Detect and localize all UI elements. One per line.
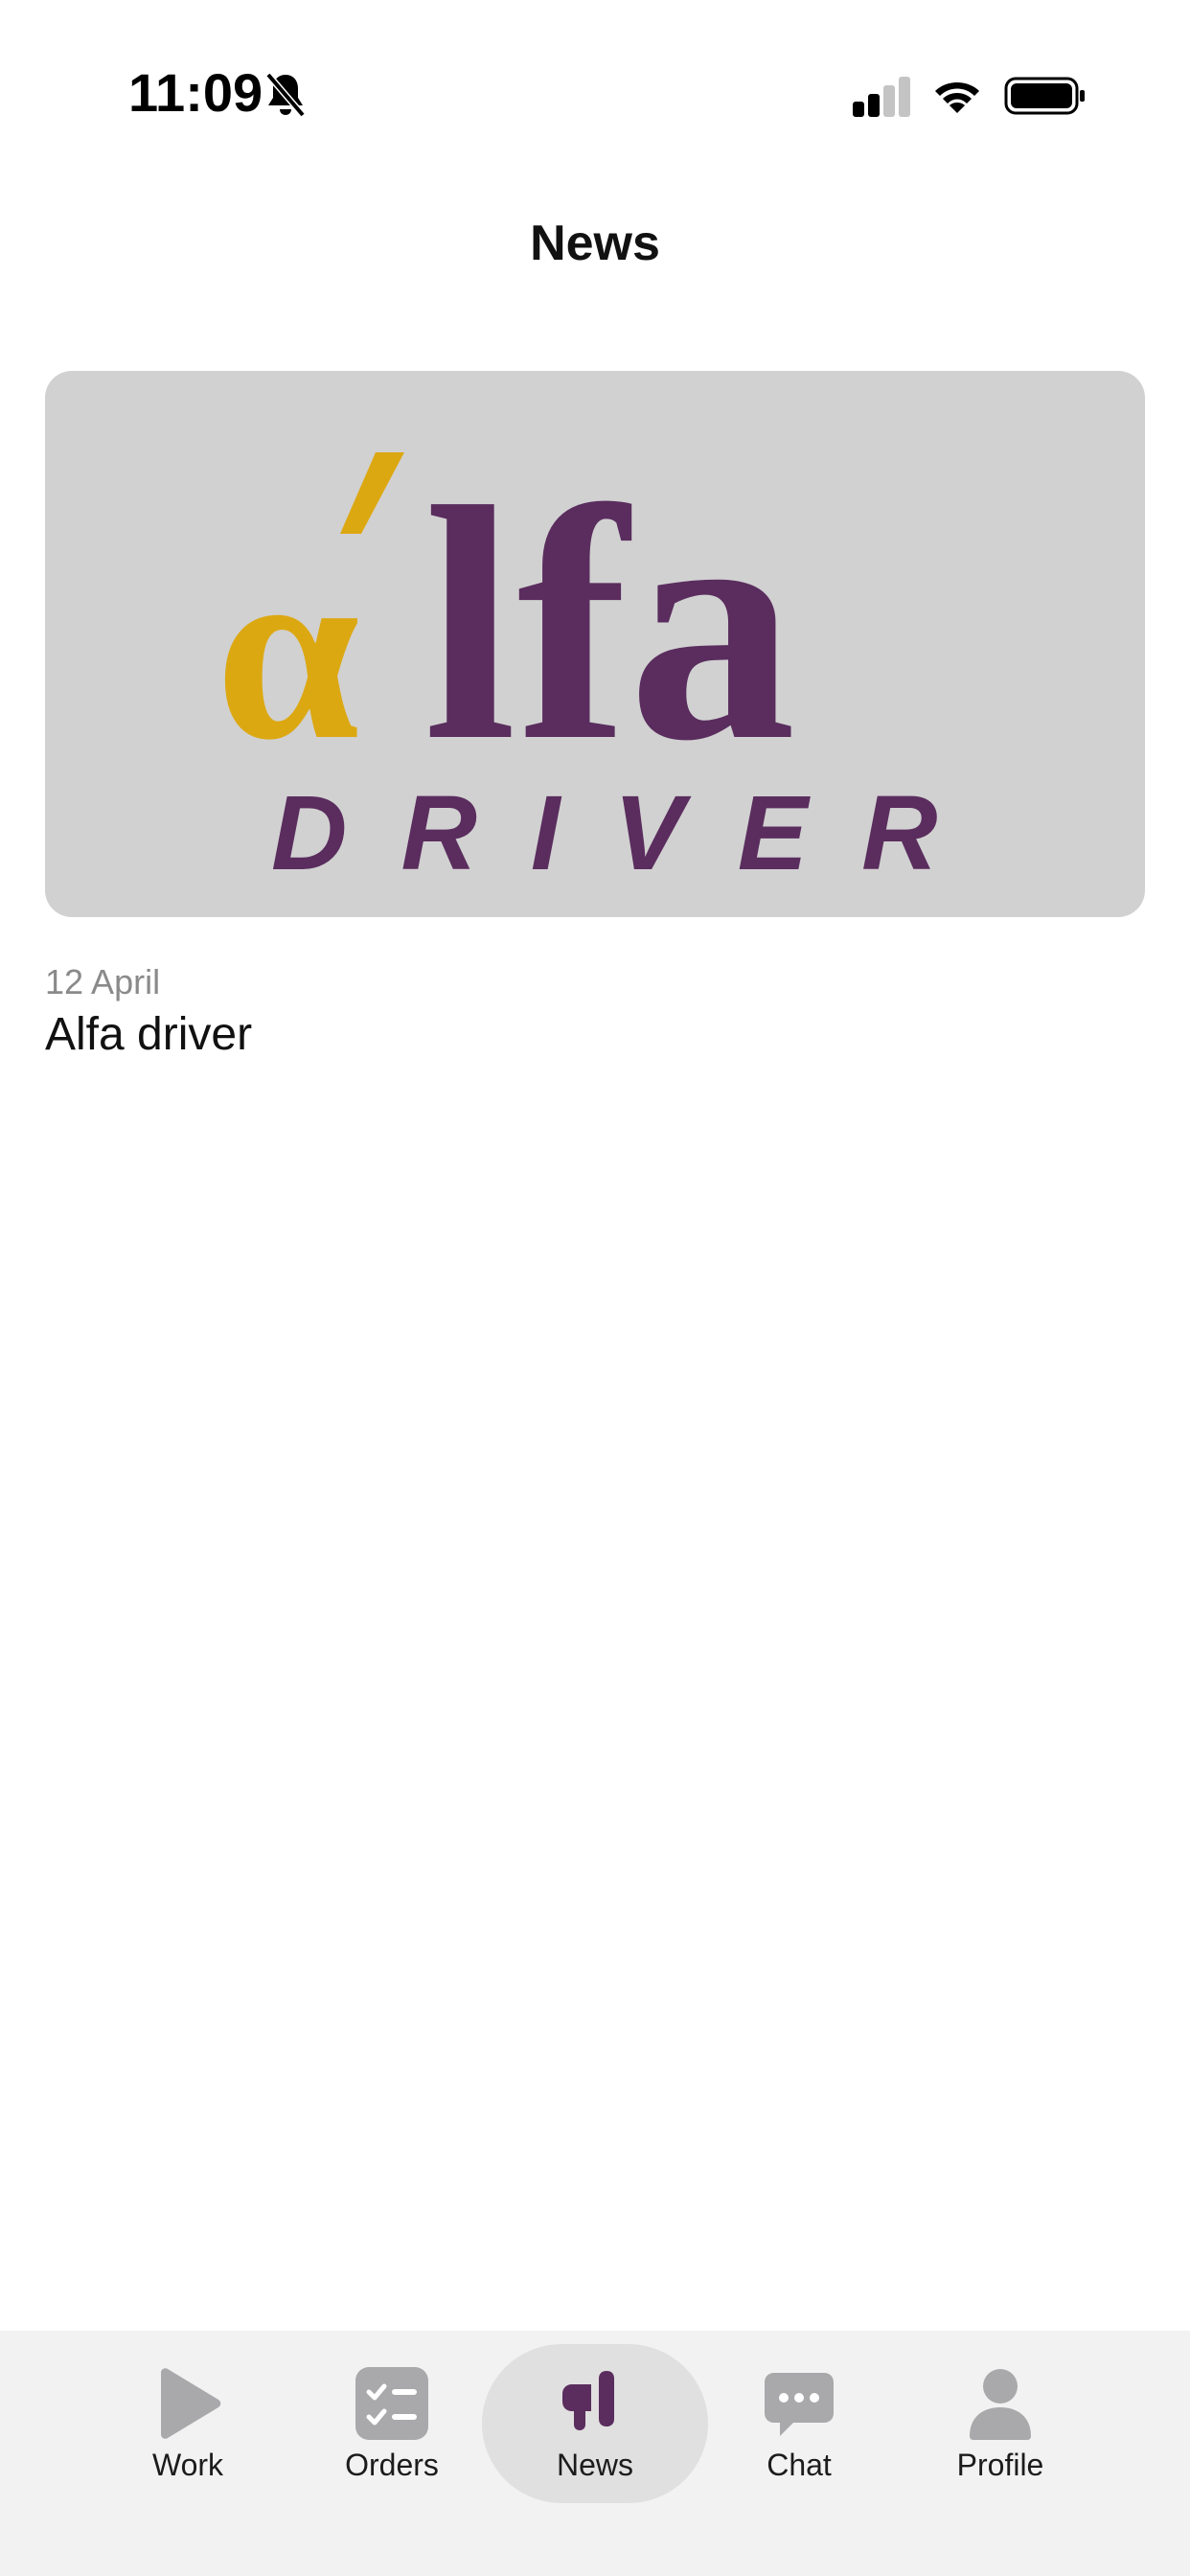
news-title[interactable]: Alfa driver [45, 1008, 252, 1061]
play-icon [161, 2368, 221, 2439]
checklist-icon [355, 2367, 428, 2440]
person-icon [970, 2369, 1031, 2440]
signal-icon [853, 77, 910, 117]
wifi-icon [935, 82, 979, 113]
news-item-image[interactable]: α lfa DRIVER [45, 371, 1145, 917]
news-screen: 11:09 News α lfa DRIVER 12 April Alfa dr… [0, 0, 1190, 2576]
megaphone-icon [562, 2371, 614, 2430]
svg-text:lfa: lfa [423, 438, 796, 810]
alfa-driver-logo: α lfa DRIVER [216, 438, 992, 892]
bell-slash-icon [265, 72, 306, 118]
tab-orders[interactable]: Orders [279, 2344, 505, 2503]
status-bar: 11:09 [0, 0, 1190, 192]
tab-label: Profile [956, 2448, 1044, 2482]
svg-text:α: α [216, 507, 361, 794]
tab-profile[interactable]: Profile [887, 2344, 1113, 2503]
tab-label: Work [151, 2448, 224, 2482]
tab-label: Orders [345, 2448, 439, 2482]
page-title: News [530, 216, 660, 271]
tab-label: Chat [767, 2448, 832, 2482]
news-date: 12 April [45, 962, 161, 1001]
tab-chat[interactable]: Chat [686, 2344, 912, 2503]
svg-text:DRIVER: DRIVER [271, 774, 992, 892]
chat-bubble-icon [765, 2373, 834, 2436]
tab-news[interactable]: News [482, 2344, 708, 2503]
tab-work[interactable]: Work [75, 2344, 301, 2503]
tab-label: News [556, 2448, 633, 2482]
status-time: 11:09 [128, 62, 263, 123]
battery-icon [1004, 77, 1085, 115]
